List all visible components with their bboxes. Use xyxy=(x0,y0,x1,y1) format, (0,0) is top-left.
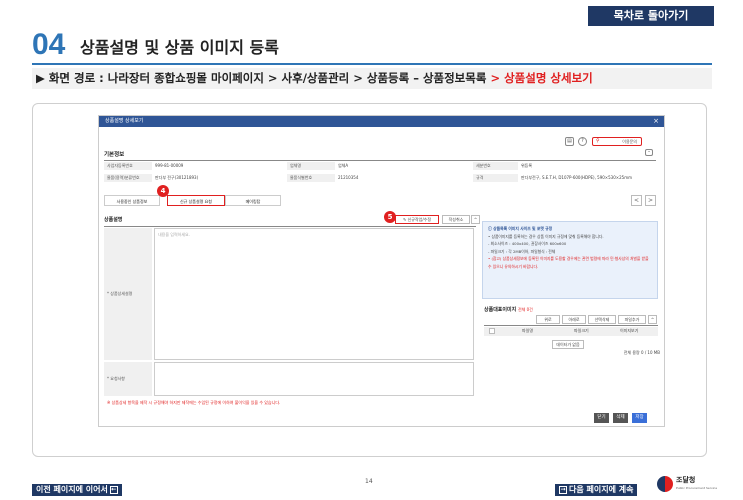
pps-logo-icon xyxy=(657,476,673,492)
move-down-button[interactable]: 아래로 xyxy=(562,315,586,324)
info-icon: ⓘ xyxy=(488,226,492,231)
value-sub-number: 위등록 xyxy=(521,163,533,168)
value-item-id: 21210354 xyxy=(338,175,359,180)
section-number: 04 xyxy=(32,28,66,61)
logo-subtext: Public Procurement Service xyxy=(676,486,718,490)
edit-icon: ✎ xyxy=(402,217,407,222)
close-button[interactable]: 닫기 xyxy=(594,413,609,423)
desc-textarea[interactable]: 내용을 입력하세요. xyxy=(154,228,474,360)
value-class-number: 판다부 전구(30121893) xyxy=(155,175,199,180)
product-description-window: 상품설명 상세보기 × ▤ ? ⚲ 이용문의 ⌃ 기본정보 사업자등록번호 999… xyxy=(98,115,665,427)
tab-current-info[interactable]: 사용중인 상품정보 xyxy=(104,195,160,206)
prev-page-button[interactable]: 이전 페이지에 이어서 ← xyxy=(32,484,122,496)
info-line: - 파일크기 : 각 2MB이하, 파일형식 : 전체 xyxy=(488,248,556,254)
desc-divider xyxy=(104,226,476,227)
search-icon: ⚲ xyxy=(596,138,600,144)
screen-path: ▶ 화면 경로 : 나라장터 종합쇼핑몰 마이페이지 > 사후/상품관리 > 상… xyxy=(32,68,712,89)
notes-textarea[interactable] xyxy=(154,362,474,396)
print-icon[interactable]: ▤ xyxy=(565,137,574,146)
total-size: 전체 용량 0 / 10 MB xyxy=(623,350,660,355)
move-up-button[interactable]: 위로 xyxy=(536,315,560,324)
title-divider xyxy=(32,63,712,65)
cancel-edit-button[interactable]: 작성취소 xyxy=(442,215,470,224)
collapse-icon[interactable]: ^ xyxy=(471,215,480,224)
info-line: - 최소사이즈 : 400x400, 권장사이즈 600x600 xyxy=(488,241,567,246)
grid-col-filename: 파일명 xyxy=(519,327,559,335)
tab-new-request[interactable]: 신규 상품설명 요청 xyxy=(167,195,225,206)
rep-image-title: 상품대표이미지 전체 0건 xyxy=(484,306,533,313)
window-title: 상품설명 상세보기 xyxy=(105,118,144,124)
chevron-left-icon[interactable]: < xyxy=(631,195,642,206)
label-business-number: 사업자등록번호 xyxy=(104,162,152,170)
value-business-number: 999-81-00009 xyxy=(155,163,184,168)
edit-request-button[interactable]: ✎ 신규작업/수정 xyxy=(395,215,439,224)
value-spec: 판다부전구, S.E.T.H, D107P-600(HDPE), 590×530… xyxy=(521,175,633,180)
search-input[interactable]: ⚲ 이용문의 xyxy=(592,137,642,146)
step-badge-4: 4 xyxy=(157,185,169,197)
no-data-message: 데이터가 없음 xyxy=(552,340,584,349)
window-titlebar: 상품설명 상세보기 × xyxy=(99,116,664,127)
image-rules-info: ⓘ 상품목록 이미지 사이즈 및 포맷 규정 • 상품이미지를 등록하는 경우 … xyxy=(482,221,658,299)
add-file-button[interactable]: 파일추가 xyxy=(618,315,646,324)
grid-divider xyxy=(484,325,658,326)
section-title: 상품설명 및 상품 이미지 등록 xyxy=(80,38,279,57)
arrow-right-icon: → xyxy=(559,485,567,494)
collapse-rep-icon[interactable]: ^ xyxy=(648,315,657,324)
delete-selected-button[interactable]: 선택삭제 xyxy=(588,315,616,324)
chevron-right-icon[interactable]: > xyxy=(645,195,656,206)
arrow-left-icon: ← xyxy=(109,485,118,494)
help-icon[interactable]: ? xyxy=(578,137,587,146)
info-line: • 상품이미지를 등록하는 경우 상품 이미지 규정에 맞춰 등록해야 합니다. xyxy=(488,233,604,239)
select-all-checkbox[interactable] xyxy=(489,328,495,334)
step-badge-5: 5 xyxy=(384,211,396,223)
path-prefix: ▶ 화면 경로 : 나라장터 종합쇼핑몰 마이페이지 > 사후/상품관리 > 상… xyxy=(36,71,487,85)
info-note: • (참고) 상품상세정보에 등록된 이미지를 도용할 경우에는 관련 법령에 … xyxy=(488,256,649,269)
grid-col-filesize: 파일크기 xyxy=(571,327,611,335)
tab-making[interactable]: 메이킹탑 xyxy=(225,195,281,206)
grid-col-preview: 이미지보기 xyxy=(617,327,657,335)
value-company: 업체A xyxy=(338,163,349,168)
label-spec: 규격 xyxy=(473,174,518,182)
back-to-toc-button[interactable]: 목차로 돌아가기 xyxy=(588,6,714,26)
notes-label: * 요청사항 xyxy=(104,362,152,396)
prev-page-label: 이전 페이지에 이어서 xyxy=(36,485,108,494)
chevron-up-icon[interactable]: ⌃ xyxy=(645,149,653,156)
rep-title-text: 상품대표이미지 xyxy=(484,307,517,313)
search-placeholder: 이용문의 xyxy=(622,139,637,144)
logo-text: 조달청 xyxy=(676,476,696,484)
label-class-number: 물품(용역)분류번호 xyxy=(104,174,152,182)
page-number: 14 xyxy=(365,478,373,485)
label-company: 업체명 xyxy=(287,162,335,170)
delete-button[interactable]: 삭제 xyxy=(613,413,628,423)
warning-text: ※ 상품상세 항목을 제작 시 규정해야 하지만 제작에는 수입된 규정에 이하… xyxy=(107,400,281,405)
close-icon[interactable]: × xyxy=(653,116,659,127)
info-title: 상품목록 이미지 사이즈 및 포맷 규정 xyxy=(493,226,553,231)
rep-count: 전체 0건 xyxy=(517,307,533,312)
path-current: > 상품설명 상세보기 xyxy=(490,71,593,85)
basic-info-divider xyxy=(104,160,656,161)
desc-title: 상품설명 xyxy=(104,217,123,223)
edit-request-label: 신규작업/수정 xyxy=(407,217,432,222)
label-item-id: 물품식별번호 xyxy=(287,174,335,182)
desc-label: * 상품상세설명 xyxy=(104,228,152,360)
save-button[interactable]: 저장 xyxy=(632,413,647,423)
next-page-button[interactable]: → 다음 페이지에 계속 xyxy=(555,484,638,496)
basic-info-title: 기본정보 xyxy=(104,152,125,158)
label-sub-number: 세분번호 xyxy=(473,162,518,170)
next-page-label: 다음 페이지에 계속 xyxy=(569,485,634,494)
